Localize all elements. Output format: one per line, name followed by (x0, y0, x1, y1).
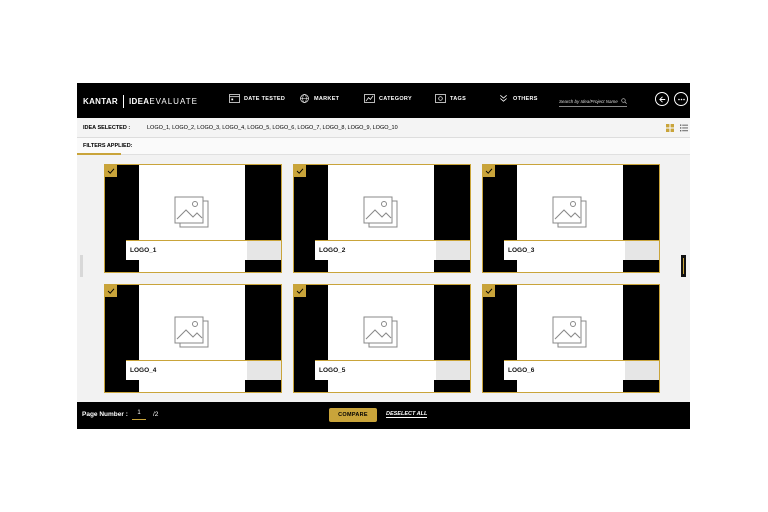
card-checkbox[interactable] (105, 285, 117, 297)
compare-button[interactable]: COMPARE (329, 408, 377, 422)
search-box[interactable]: Search by Idea/Project Name (559, 96, 627, 107)
search-placeholder[interactable]: Search by Idea/Project Name (559, 99, 618, 104)
nav-date-tested[interactable]: DATE TESTED (229, 94, 285, 103)
back-button[interactable] (655, 92, 669, 106)
idea-selected-row: IDEA SELECTED : LOGO_1, LOGO_2, LOGO_3, … (77, 118, 690, 138)
nav-tags[interactable]: TAGS (435, 94, 466, 103)
card-checkbox[interactable] (105, 165, 117, 177)
card-name-bar: LOGO_6 (504, 360, 659, 380)
card-name: LOGO_3 (508, 247, 535, 254)
card-name-bar: LOGO_5 (315, 360, 470, 380)
globe-icon (300, 94, 309, 103)
card-checkbox[interactable] (294, 165, 306, 177)
chevrons-down-icon (500, 95, 507, 102)
card-name-bar: LOGO_3 (504, 240, 659, 260)
app-name: IDEAEVALUATE (128, 97, 198, 106)
card-name-bar: LOGO_2 (315, 240, 470, 260)
card-name-bar-end (247, 241, 281, 260)
checkmark-icon (296, 288, 304, 294)
image-placeholder-icon (552, 196, 587, 228)
calendar-icon (229, 94, 240, 103)
card-name-bar-end (625, 241, 659, 260)
more-dots-icon (677, 98, 685, 100)
page-number-input[interactable]: 1 (132, 410, 146, 420)
card-checkbox[interactable] (483, 285, 495, 297)
nav-others-label: OTHERS (513, 95, 538, 102)
card-checkbox[interactable] (294, 285, 306, 297)
grid-view-icon[interactable] (666, 124, 674, 132)
card-name-bar-end (436, 241, 470, 260)
card-name: LOGO_6 (508, 367, 535, 374)
brand-logo[interactable]: KANTAR IDEAEVALUATE (83, 95, 198, 108)
image-placeholder-icon (363, 196, 398, 228)
nav-category-label: CATEGORY (379, 95, 412, 102)
card-name-bar: LOGO_4 (126, 360, 281, 380)
card-name: LOGO_1 (130, 247, 157, 254)
brand-divider (122, 95, 124, 108)
image-placeholder-icon (174, 196, 209, 228)
idea-card-1[interactable]: LOGO_1 (104, 164, 282, 273)
card-name-bar-end (436, 361, 470, 380)
deselect-all-link[interactable]: DESELECT ALL (386, 411, 428, 418)
card-name: LOGO_2 (319, 247, 346, 254)
tag-icon (435, 94, 446, 103)
card-name: LOGO_4 (130, 367, 157, 374)
card-name-bar-end (625, 361, 659, 380)
top-bar: KANTAR IDEAEVALUATE DATE TESTED MARKET C… (77, 83, 690, 118)
nav-market[interactable]: MARKET (299, 94, 339, 103)
idea-grid: LOGO_1 LOGO_2 LOGO_3 LOGO_4 LOGO_5 LOGO_… (77, 155, 690, 402)
nav-date-tested-label: DATE TESTED (244, 95, 286, 102)
checkmark-icon (296, 168, 304, 174)
idea-selected-value: LOGO_1, LOGO_2, LOGO_3, LOGO_4, LOGO_5, … (147, 124, 398, 131)
checkmark-icon (485, 168, 493, 174)
image-placeholder-icon (363, 316, 398, 348)
idea-card-3[interactable]: LOGO_3 (482, 164, 660, 273)
card-checkbox[interactable] (483, 165, 495, 177)
search-icon[interactable] (621, 98, 627, 104)
page-number-label: Page Number : (82, 411, 128, 418)
nav-others[interactable]: OTHERS (498, 94, 538, 103)
filters-applied-label: FILTERS APPLIED: (83, 143, 133, 149)
nav-category[interactable]: CATEGORY (364, 94, 412, 103)
more-options-button[interactable] (674, 92, 688, 106)
filters-applied-row: FILTERS APPLIED: (77, 138, 690, 155)
nav-market-label: MARKET (314, 95, 340, 102)
page-total: /2 (153, 411, 159, 418)
card-name-bar-end (247, 361, 281, 380)
bottom-bar: Page Number : 1 /2 COMPARE DESELECT ALL (77, 402, 690, 429)
category-icon (364, 94, 375, 103)
nav-tags-label: TAGS (450, 95, 467, 102)
checkmark-icon (107, 168, 115, 174)
idea-card-5[interactable]: LOGO_5 (293, 284, 471, 393)
card-name-bar: LOGO_1 (126, 240, 281, 260)
kantar-logo: KANTAR (83, 97, 118, 106)
idea-card-6[interactable]: LOGO_6 (482, 284, 660, 393)
idea-selected-label: IDEA SELECTED : (83, 124, 131, 131)
idea-card-2[interactable]: LOGO_2 (293, 164, 471, 273)
checkmark-icon (485, 288, 493, 294)
image-placeholder-icon (552, 316, 587, 348)
list-view-icon[interactable] (680, 124, 688, 132)
image-placeholder-icon (174, 316, 209, 348)
idea-card-4[interactable]: LOGO_4 (104, 284, 282, 393)
arrow-left-icon (658, 95, 665, 103)
checkmark-icon (107, 288, 115, 294)
card-name: LOGO_5 (319, 367, 346, 374)
app-window: KANTAR IDEAEVALUATE DATE TESTED MARKET C… (77, 83, 690, 429)
